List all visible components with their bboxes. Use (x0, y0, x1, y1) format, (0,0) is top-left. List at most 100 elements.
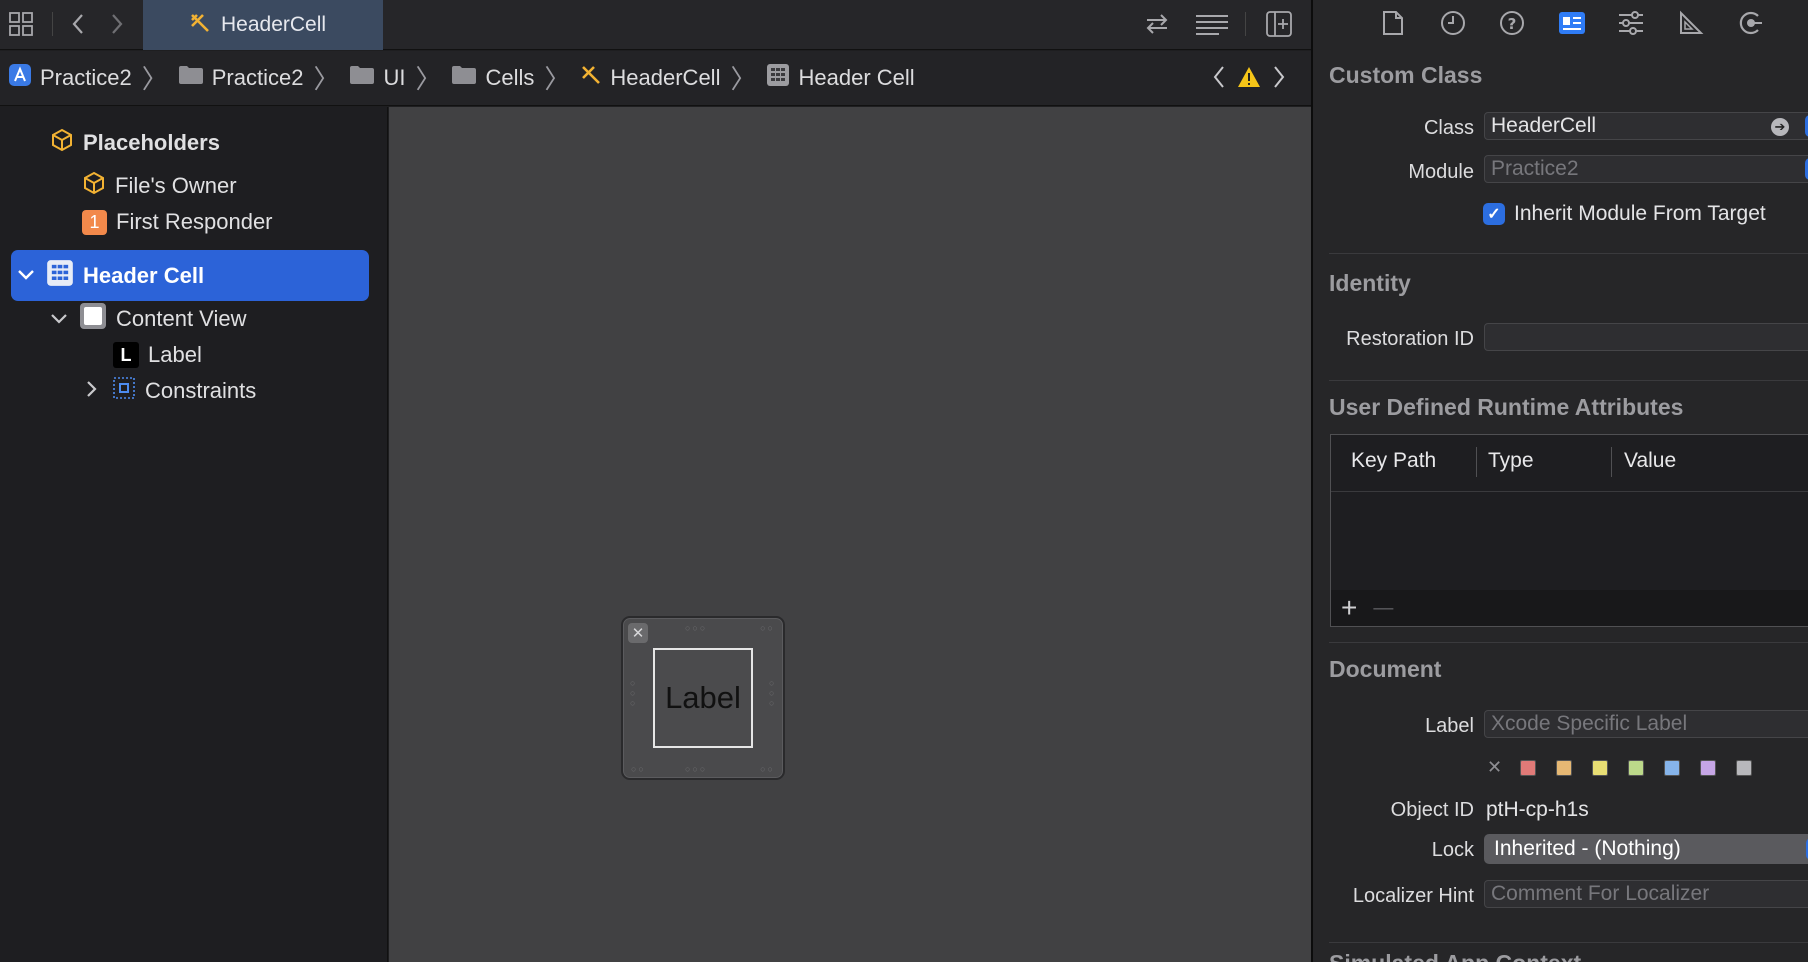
section-identity-title: Identity (1329, 270, 1411, 296)
localizer-hint-label: Localizer Hint (1352, 885, 1474, 907)
next-issue-icon[interactable] (1271, 64, 1287, 95)
breadcrumb-file-headercell[interactable]: HeaderCell (580, 64, 720, 92)
column-separator (1611, 447, 1612, 477)
class-field[interactable]: HeaderCell ➔ ▾ (1484, 112, 1808, 140)
file-inspector-icon[interactable] (1379, 9, 1407, 37)
document-outline: Placeholders File's Owner 1 First Respon… (0, 107, 388, 962)
restoration-id-field[interactable] (1484, 323, 1808, 351)
interface-builder-canvas[interactable]: ✕ ○○○ ○○ ○○○ ○○ ○○ ○ ○ ○ ○ ○ ○ Label (389, 107, 1311, 962)
forward-arrow-icon[interactable] (102, 9, 132, 39)
localizer-hint-field[interactable]: Comment For Localizer (1484, 880, 1808, 908)
resize-handle-bottom-left[interactable]: ○○ (631, 764, 646, 774)
swap-arrows-icon[interactable] (1142, 9, 1172, 39)
label-color-swatch[interactable] (1736, 760, 1752, 776)
folder-icon (349, 65, 375, 91)
outline-item-files-owner[interactable]: File's Owner (82, 168, 237, 204)
outline-item-constraints[interactable]: Constraints (81, 373, 256, 409)
section-custom-class-title: Custom Class (1329, 62, 1483, 88)
attributes-inspector-icon[interactable] (1617, 9, 1645, 37)
breadcrumb-object-header-cell[interactable]: Header Cell (766, 63, 915, 93)
cube-icon (82, 171, 106, 201)
label-color-swatch[interactable] (1628, 760, 1644, 776)
add-attribute-button[interactable]: + (1341, 592, 1357, 624)
close-icon[interactable]: ✕ (628, 623, 648, 643)
resize-handle-right[interactable]: ○ ○ ○ (769, 678, 777, 708)
connections-inspector-icon[interactable] (1737, 9, 1765, 37)
clear-label-color-icon[interactable]: ✕ (1487, 757, 1502, 778)
inherit-module-checkbox[interactable]: ✓ (1483, 203, 1505, 225)
editor-tab-bar: HeaderCell (0, 0, 1311, 50)
tab-label: HeaderCell (221, 13, 327, 36)
resize-handle-bottom-right[interactable]: ○○ (760, 764, 775, 774)
cell-icon (766, 63, 790, 93)
breadcrumb-group-ui[interactable]: UI (349, 65, 405, 91)
column-header-value[interactable]: Value (1624, 449, 1676, 473)
outline-item-content-view[interactable]: Content View (48, 301, 246, 337)
lock-select[interactable]: Inherited - (Nothing) ⇕ (1484, 834, 1808, 864)
column-separator (1476, 447, 1477, 477)
remove-attribute-button[interactable]: — (1373, 597, 1393, 620)
label-color-swatch[interactable] (1664, 760, 1680, 776)
column-header-type[interactable]: Type (1488, 449, 1534, 473)
previous-issue-icon[interactable] (1211, 64, 1227, 95)
add-editor-icon[interactable] (1264, 9, 1294, 39)
cell-label-text[interactable]: Label (653, 648, 753, 748)
module-field-label: Module (1408, 161, 1474, 183)
runtime-attributes-footer: + — (1331, 590, 1808, 626)
back-arrow-icon[interactable] (63, 9, 93, 39)
size-inspector-icon[interactable] (1677, 9, 1705, 37)
label-color-swatch[interactable] (1520, 760, 1536, 776)
column-header-key-path[interactable]: Key Path (1351, 449, 1436, 473)
breadcrumb-group-practice2[interactable]: Practice2 (178, 65, 303, 91)
warning-icon[interactable] (1237, 66, 1261, 93)
label-color-swatch[interactable] (1556, 760, 1572, 776)
go-to-class-arrow-icon[interactable]: ➔ (1771, 118, 1789, 136)
breadcrumb-separator: 〉 (544, 63, 571, 94)
breadcrumb-separator: 〉 (730, 63, 757, 94)
breadcrumb-separator: 〉 (313, 63, 340, 94)
cell-icon (46, 259, 74, 293)
outline-item-label[interactable]: L Label (113, 337, 202, 373)
outline-item-first-responder[interactable]: 1 First Responder (82, 204, 273, 240)
section-document-title: Document (1329, 656, 1442, 682)
identity-inspector-icon[interactable] (1558, 9, 1586, 37)
section-divider (1329, 253, 1808, 254)
breadcrumb: Practice2 〉 Practice2 〉 UI 〉 Cells 〉 Hea… (0, 51, 1311, 106)
folder-icon (451, 65, 477, 91)
breadcrumb-separator: 〉 (141, 63, 168, 94)
breadcrumb-separator: 〉 (415, 63, 442, 94)
header-cell-preview[interactable]: ✕ ○○○ ○○ ○○○ ○○ ○○ ○ ○ ○ ○ ○ ○ Label (621, 616, 785, 780)
section-divider (1329, 942, 1808, 943)
runtime-attributes-table[interactable]: Key Path Type Value + — (1330, 434, 1808, 627)
constraints-icon (112, 376, 136, 406)
lock-label: Lock (1431, 839, 1474, 861)
document-label-field[interactable]: Xcode Specific Label (1484, 710, 1808, 738)
resize-handle-bottom[interactable]: ○○○ (685, 764, 707, 774)
xib-icon (580, 64, 602, 92)
folder-icon (178, 65, 204, 91)
label-color-swatch[interactable] (1592, 760, 1608, 776)
editor-options-icon[interactable] (1193, 9, 1231, 39)
class-field-label: Class (1423, 117, 1474, 139)
inherit-module-label: Inherit Module From Target (1514, 202, 1766, 225)
help-inspector-icon[interactable]: ? (1498, 9, 1526, 37)
breadcrumb-project[interactable]: Practice2 (8, 63, 132, 93)
label-color-swatch[interactable] (1700, 760, 1716, 776)
object-id-label: Object ID (1390, 799, 1474, 821)
resize-handle-top-right[interactable]: ○○ (760, 623, 775, 633)
chevron-down-icon[interactable] (48, 309, 70, 330)
tab-headercell[interactable]: HeaderCell (143, 0, 383, 50)
breadcrumb-group-cells[interactable]: Cells (451, 65, 534, 91)
chevron-down-icon[interactable] (15, 265, 37, 286)
app-icon (8, 63, 32, 93)
resize-handle-left[interactable]: ○ ○ ○ (630, 678, 638, 708)
section-divider (1329, 642, 1808, 643)
history-inspector-icon[interactable] (1439, 9, 1467, 37)
module-field[interactable]: Practice2 ▾ (1484, 155, 1808, 183)
outline-item-placeholders[interactable]: Placeholders (50, 125, 220, 161)
grid-layout-icon[interactable] (6, 9, 36, 39)
svg-text:?: ? (1508, 15, 1517, 33)
outline-item-header-cell[interactable]: Header Cell (11, 250, 369, 301)
resize-handle-top[interactable]: ○○○ (685, 623, 707, 633)
chevron-right-icon[interactable] (81, 380, 103, 403)
